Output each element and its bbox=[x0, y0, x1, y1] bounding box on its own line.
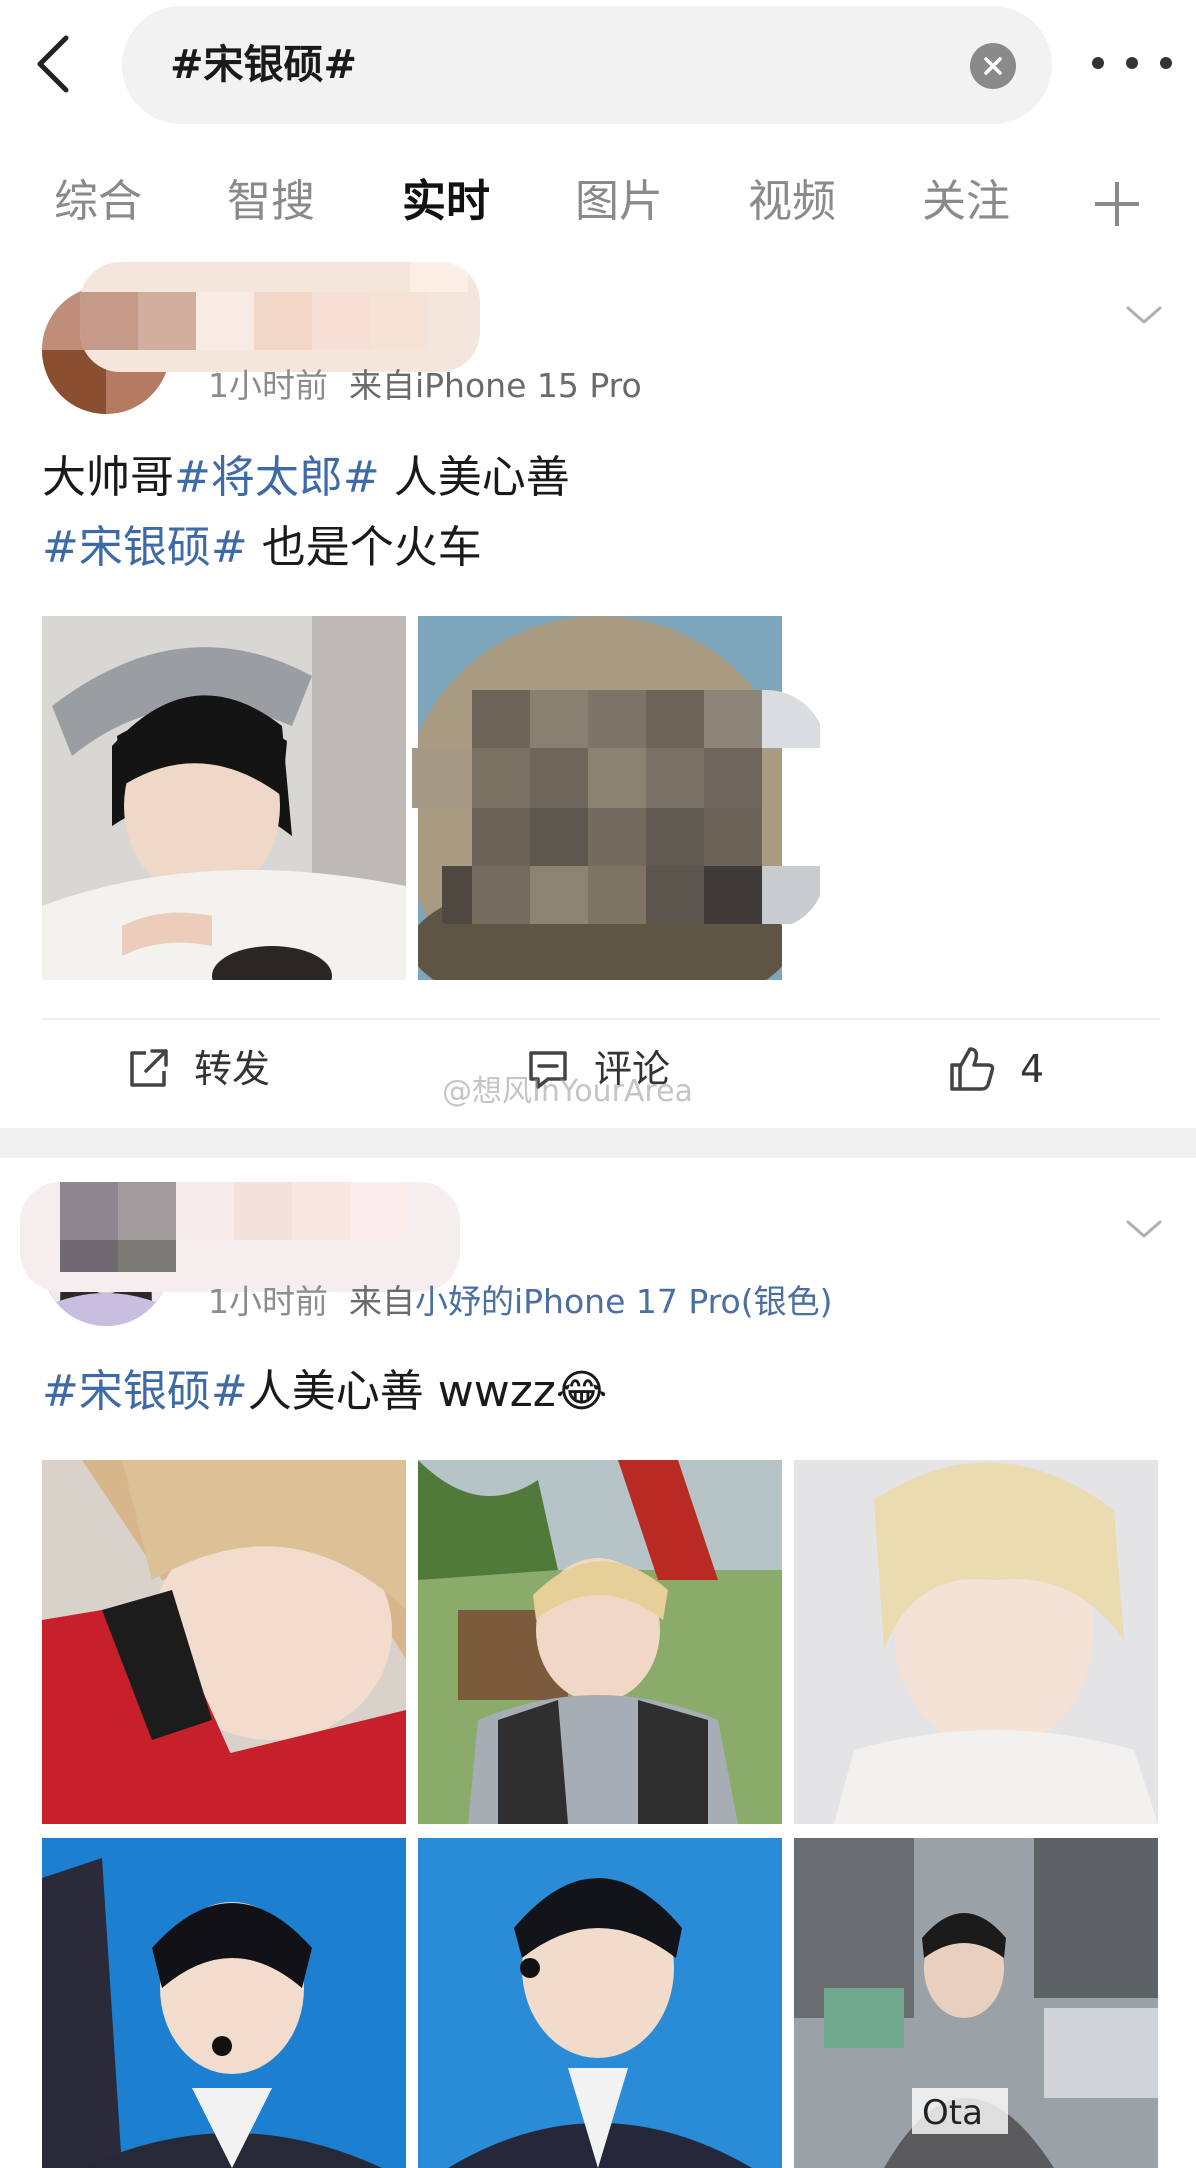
chevron-down-icon[interactable] bbox=[1124, 300, 1164, 330]
post-image[interactable] bbox=[42, 616, 406, 980]
post-image[interactable]: Ota bbox=[794, 1838, 1158, 2168]
tab-videos[interactable]: 视频 bbox=[748, 172, 836, 232]
hashtag-link[interactable]: #宋银硕# bbox=[42, 1366, 248, 1417]
post-source: iPhone 15 Pro bbox=[414, 366, 642, 405]
hashtag-link[interactable]: #宋银硕# bbox=[42, 522, 248, 573]
source-prefix: 来自 bbox=[348, 366, 415, 405]
back-button[interactable] bbox=[22, 28, 86, 100]
post-meta: 1小时前 来自iPhone 15 Pro bbox=[208, 364, 642, 408]
photo-person-icon bbox=[42, 616, 406, 980]
post-text-line: #宋银硕#人美心善 wwzz😂 bbox=[42, 1362, 607, 1422]
tab-images[interactable]: 图片 bbox=[575, 172, 663, 232]
hashtag-link[interactable]: #将太郎# bbox=[174, 452, 380, 503]
photo-person-icon bbox=[418, 1460, 782, 1824]
text-segment: 大帅哥 bbox=[42, 452, 174, 503]
more-dot-icon bbox=[1126, 57, 1138, 69]
post-time: 1小时前 bbox=[208, 1282, 328, 1321]
source-prefix: 来自 bbox=[348, 1282, 415, 1321]
more-options-button[interactable] bbox=[1092, 38, 1172, 88]
post-image[interactable] bbox=[794, 1460, 1158, 1824]
post-time: 1小时前 bbox=[208, 366, 328, 405]
close-icon bbox=[984, 57, 1002, 75]
like-button[interactable]: 4 bbox=[948, 1044, 1044, 1094]
post-meta: 1小时前 来自小妤的iPhone 17 Pro(银色) bbox=[208, 1280, 832, 1324]
image-redaction-mosaic bbox=[412, 690, 826, 930]
post-source[interactable]: 小妤的iPhone 17 Pro(银色) bbox=[415, 1282, 832, 1321]
username-redacted[interactable] bbox=[80, 262, 480, 372]
watermark: @想风InYourArea bbox=[442, 1074, 693, 1109]
tab-comprehensive[interactable]: 综合 bbox=[54, 172, 142, 232]
tab-following[interactable]: 关注 bbox=[922, 172, 1010, 232]
username-redacted[interactable] bbox=[20, 1182, 460, 1292]
chevron-left-icon bbox=[37, 35, 69, 93]
chevron-down-icon[interactable] bbox=[1124, 1214, 1164, 1244]
tab-realtime[interactable]: 实时 bbox=[402, 172, 490, 232]
post-image[interactable] bbox=[418, 1460, 782, 1824]
post-image[interactable] bbox=[42, 1460, 406, 1824]
photo-person-icon bbox=[794, 1460, 1158, 1824]
image-overlay-text: Ota bbox=[922, 2093, 983, 2133]
post-text-line: #宋银硕# 也是个火车 bbox=[42, 518, 482, 578]
text-segment: 人美心善 wwzz😂 bbox=[247, 1366, 608, 1417]
more-dot-icon bbox=[1160, 57, 1172, 69]
clear-search-button[interactable] bbox=[970, 43, 1016, 89]
like-count: 4 bbox=[1020, 1047, 1045, 1091]
text-segment: 也是个火车 bbox=[247, 522, 482, 573]
text-segment: 人美心善 bbox=[379, 452, 570, 503]
photo-person-icon bbox=[418, 1838, 782, 2168]
repost-label: 转发 bbox=[194, 1047, 271, 1091]
repost-button[interactable]: 转发 bbox=[126, 1044, 270, 1094]
post-image[interactable] bbox=[418, 1838, 782, 2168]
divider bbox=[42, 1018, 1160, 1020]
search-input[interactable]: #宋银硕# bbox=[122, 6, 1052, 124]
top-bar: #宋银硕# bbox=[0, 0, 1196, 140]
tab-bar: 综合 智搜 实时 图片 视频 关注 bbox=[0, 160, 1196, 244]
post-text-line: 大帅哥#将太郎# 人美心善 bbox=[42, 448, 570, 508]
tab-smart-search[interactable]: 智搜 bbox=[227, 172, 315, 232]
photo-person-icon bbox=[42, 1460, 406, 1824]
thumbs-up-icon bbox=[950, 1047, 995, 1091]
post-separator bbox=[0, 1128, 1196, 1158]
photo-street-person-icon: Ota bbox=[794, 1838, 1158, 2168]
photo-person-icon bbox=[42, 1838, 406, 2168]
search-query: #宋银硕# bbox=[170, 42, 358, 88]
add-tab-icon[interactable] bbox=[1095, 182, 1139, 226]
post-image[interactable] bbox=[42, 1838, 406, 2168]
more-dot-icon bbox=[1092, 57, 1104, 69]
share-icon bbox=[130, 1049, 168, 1087]
